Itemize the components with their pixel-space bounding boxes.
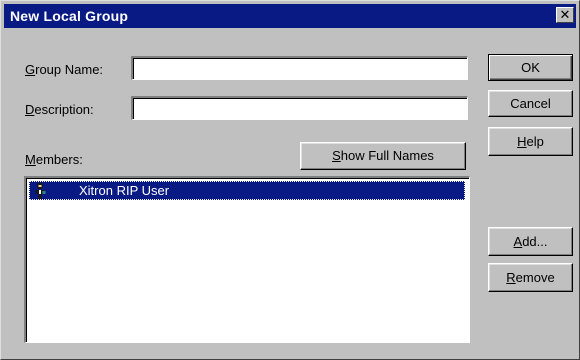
remove-button[interactable]: Remove	[488, 263, 573, 292]
new-local-group-dialog: New Local Group ✕ Group Name: Descriptio…	[0, 0, 580, 360]
help-button[interactable]: Help	[488, 127, 573, 156]
show-full-names-button[interactable]: Show Full Names	[300, 142, 466, 170]
ok-button[interactable]: OK	[488, 54, 573, 81]
close-button[interactable]: ✕	[556, 7, 574, 23]
description-input[interactable]	[131, 96, 468, 120]
description-label: Description:	[25, 102, 94, 117]
user-icon	[35, 182, 46, 199]
members-list[interactable]: Xitron RIP User	[24, 176, 470, 343]
members-label: Members:	[25, 152, 83, 167]
add-button[interactable]: Add...	[488, 227, 573, 256]
window-title: New Local Group	[10, 8, 129, 24]
group-name-input[interactable]	[131, 56, 468, 80]
close-icon: ✕	[559, 7, 571, 22]
cancel-button[interactable]: Cancel	[488, 90, 573, 117]
group-name-label: Group Name:	[25, 62, 104, 77]
list-item[interactable]: Xitron RIP User	[29, 181, 465, 200]
member-name: Xitron RIP User	[79, 183, 170, 198]
title-bar: New Local Group ✕	[4, 4, 576, 28]
